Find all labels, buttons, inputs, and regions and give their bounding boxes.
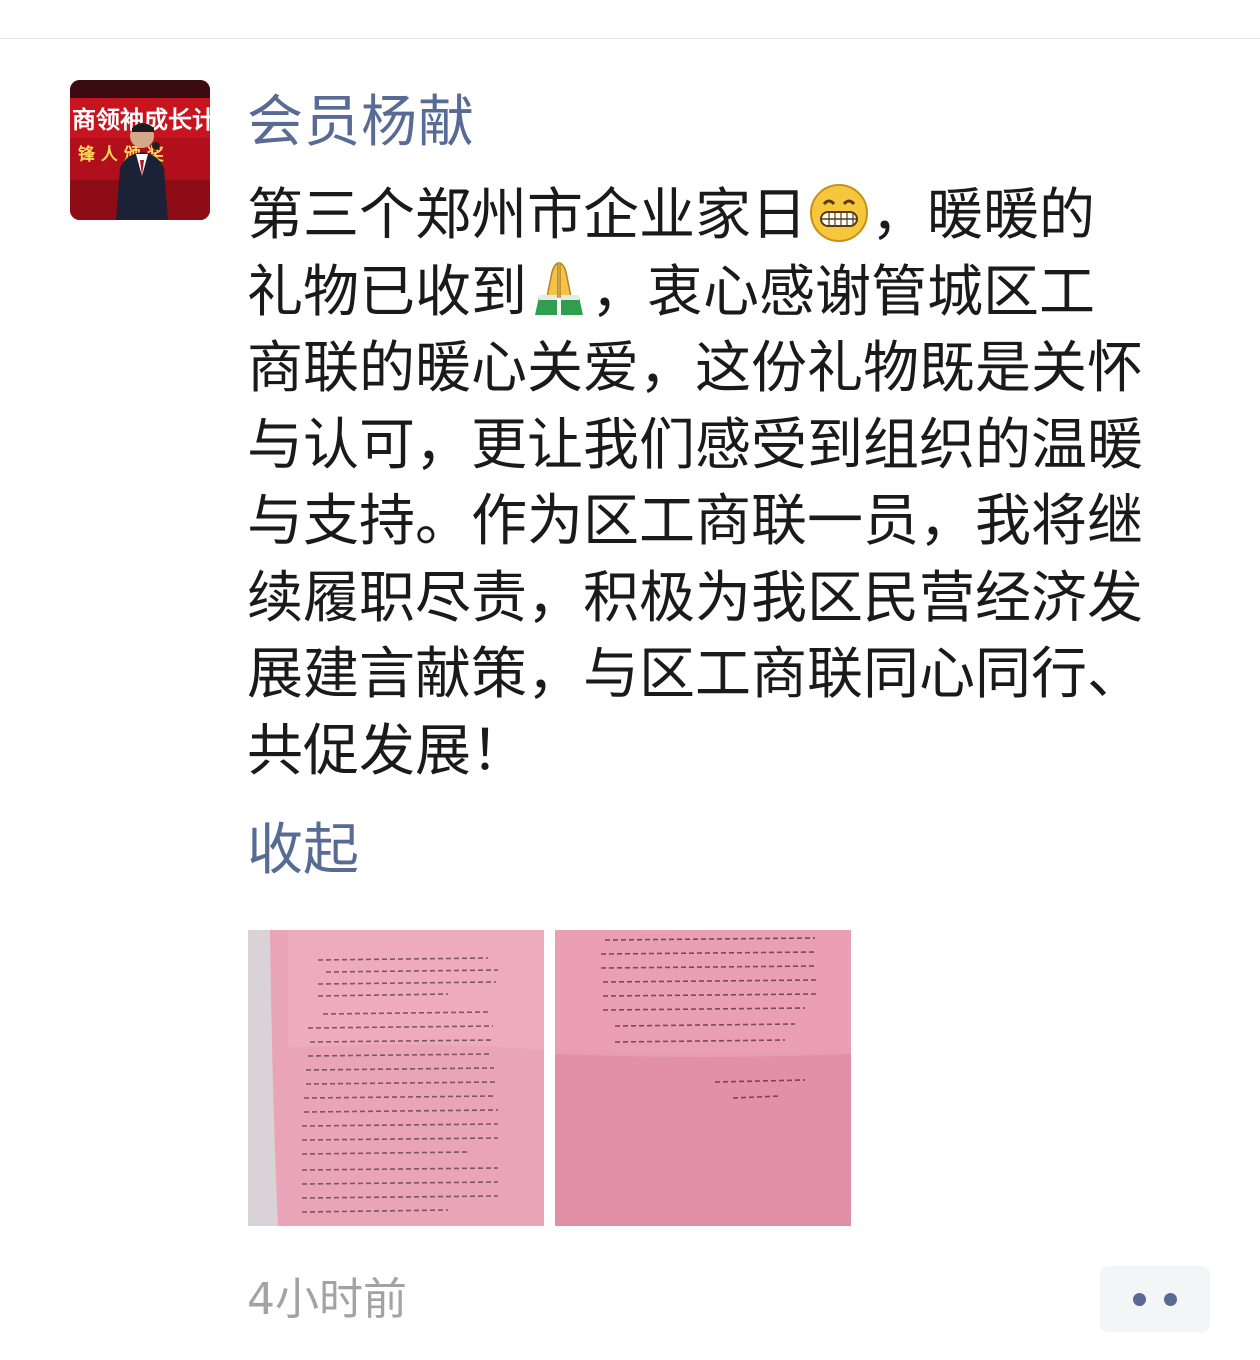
post-text-line: 商联的暖心关爱，这份礼物既是关怀 [247, 336, 1143, 401]
post-text-segment: 礼物已收到 [247, 259, 527, 325]
post-text-line: 共促发展！ [247, 718, 527, 784]
more-actions-button[interactable] [1100, 1266, 1210, 1332]
letter-photo-icon [555, 930, 851, 1226]
post-text-segment: ，暖暖的 [871, 183, 1095, 248]
grinning-face-icon [810, 184, 868, 242]
post-text-segment: 第三个郑州市企业家日 [247, 183, 807, 248]
post-text-line: 续履职尽责，积极为我区民营经济发 [247, 565, 1143, 631]
post-text-line: 与支持。作为区工商联一员，我将继 [247, 489, 1143, 554]
top-divider [0, 38, 1260, 39]
more-dot-icon [1133, 1292, 1146, 1306]
timestamp: 4小时前 [247, 1274, 407, 1325]
post-text-segment: ，衷心感谢管城区工 [591, 259, 1095, 325]
photo-grid [248, 930, 858, 1226]
post-text-line: 展建言献策，与区工商联同心同行、 [247, 642, 1143, 707]
photo-thumbnail[interactable] [555, 930, 851, 1226]
photo-thumbnail[interactable] [248, 930, 544, 1226]
post-text-line: 第三个郑州市企业家日 ，暖暖的 [247, 178, 1212, 255]
post-text-line: 与认可，更让我们感受到组织的温暖 [247, 412, 1143, 478]
avatar-image: 商领袖成长计 锋 人 颁 奖 [70, 80, 210, 220]
post-text-line: 礼物已收到 ，衷心感谢管城区工 [247, 255, 1212, 332]
avatar[interactable]: 商领袖成长计 锋 人 颁 奖 [70, 80, 210, 220]
collapse-link[interactable]: 收起 [247, 816, 359, 886]
letter-photo-icon [248, 930, 544, 1226]
author-name[interactable]: 会员杨献 [247, 88, 475, 158]
more-dot-icon [1164, 1292, 1177, 1306]
post-text: 第三个郑州市企业家日 ，暖暖的 礼物已收到 ，衷心感谢管城区工 商联的暖心关爱，… [247, 178, 1212, 790]
folded-hands-icon [535, 261, 583, 315]
